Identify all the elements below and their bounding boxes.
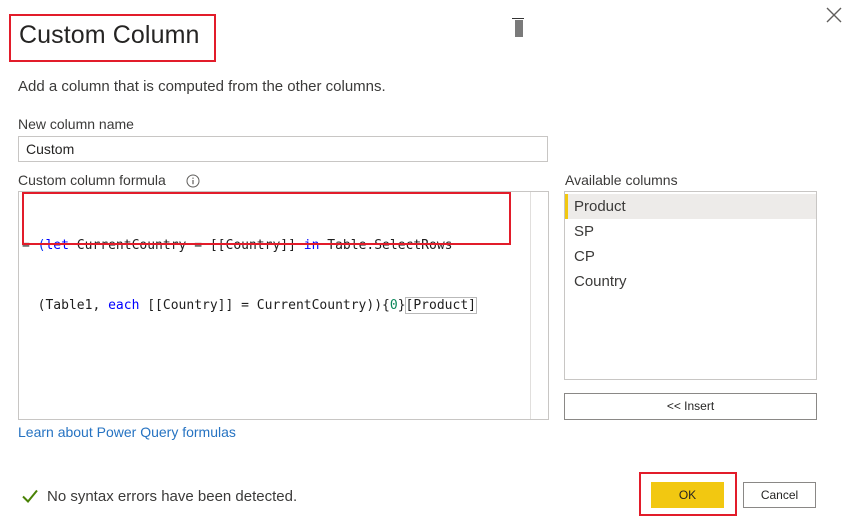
column-item-sp[interactable]: SP <box>565 219 816 244</box>
formula-token: { <box>382 298 390 313</box>
formula-token: [Product] <box>404 297 477 314</box>
ok-button[interactable]: OK <box>651 482 724 508</box>
syntax-status-text: No syntax errors have been detected. <box>47 487 298 505</box>
available-columns-list[interactable]: Product SP CP Country <box>564 191 817 380</box>
formula-token: 0 <box>389 298 398 313</box>
column-item-cp[interactable]: CP <box>565 244 816 269</box>
custom-column-formula-label: Custom column formula <box>18 172 166 188</box>
formula-token: [[Country]] = CurrentCountry)) <box>139 298 383 313</box>
info-icon[interactable] <box>186 174 200 188</box>
learn-power-query-link[interactable]: Learn about Power Query formulas <box>18 424 236 440</box>
new-column-name-label: New column name <box>18 116 134 132</box>
column-item-country[interactable]: Country <box>565 269 816 294</box>
formula-token: (Table1, <box>22 298 109 313</box>
dialog-subtitle: Add a column that is computed from the o… <box>18 78 386 95</box>
formula-token: } <box>397 298 406 313</box>
syntax-status: No syntax errors have been detected. <box>21 487 297 505</box>
available-columns-label: Available columns <box>565 172 678 188</box>
formula-highlight-box <box>22 192 511 245</box>
new-column-name-input[interactable]: Custom <box>18 136 548 162</box>
insert-button[interactable]: << Insert <box>564 393 817 420</box>
check-icon <box>22 489 38 503</box>
formula-ruler-mark <box>512 18 524 19</box>
column-item-product[interactable]: Product <box>565 194 816 219</box>
formula-token: each <box>108 298 140 313</box>
close-icon[interactable] <box>824 5 844 25</box>
formula-scrollbar[interactable] <box>530 192 548 419</box>
cancel-button[interactable]: Cancel <box>743 482 816 508</box>
dialog-title: Custom Column <box>19 21 200 49</box>
custom-column-dialog: Custom Column Add a column that is compu… <box>0 0 848 527</box>
formula-line-2: (Table1, each [[Country]] = CurrentCount… <box>22 296 477 316</box>
formula-scroll-thumb[interactable] <box>515 20 523 37</box>
